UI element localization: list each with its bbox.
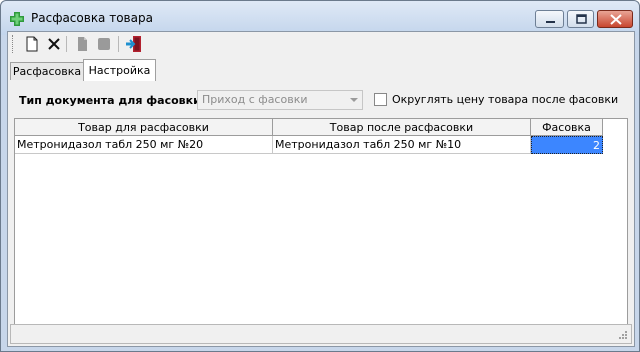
cell-source-product[interactable]: Метронидазол табл 250 мг №20 — [15, 136, 273, 154]
tab-settings[interactable]: Настройка — [83, 59, 156, 81]
title-bar[interactable]: Расфасовка товара — [1, 1, 639, 35]
stop-disabled-icon — [94, 34, 114, 54]
document-disabled-icon — [72, 34, 92, 54]
cell-pack-quantity[interactable]: 2 — [531, 136, 603, 154]
maximize-button[interactable] — [567, 10, 594, 28]
tab-packing[interactable]: Расфасовка — [10, 62, 84, 80]
close-icon — [610, 14, 622, 25]
maximize-icon — [576, 14, 587, 24]
minimize-button[interactable] — [535, 10, 564, 28]
toolbar — [8, 32, 634, 56]
settings-panel: Тип документа для фасовки Приход с фасов… — [8, 80, 634, 346]
resize-grip-icon[interactable] — [618, 330, 628, 340]
cell-target-product[interactable]: Метронидазол табл 250 мг №10 — [273, 136, 531, 154]
packing-grid: Товар для расфасовки Товар после расфасо… — [14, 118, 628, 336]
toolbar-grip[interactable] — [12, 35, 15, 53]
column-header-target[interactable]: Товар после расфасовки — [273, 119, 531, 136]
doc-type-value: Приход с фасовки — [202, 93, 308, 106]
round-price-checkbox[interactable] — [374, 93, 387, 106]
app-plus-icon — [9, 11, 25, 27]
toolbar-separator — [118, 36, 119, 52]
window-title: Расфасовка товара — [31, 11, 153, 25]
tab-strip: Расфасовка Настройка — [8, 58, 634, 81]
status-bar — [10, 324, 632, 344]
close-button[interactable] — [597, 10, 633, 28]
column-header-pack[interactable]: Фасовка — [531, 119, 603, 136]
delete-x-icon[interactable] — [44, 34, 64, 54]
toolbar-separator — [66, 36, 67, 52]
client-area: Расфасовка Настройка Тип документа для ф… — [7, 31, 635, 347]
chevron-down-icon[interactable] — [346, 91, 362, 109]
round-price-label: Округлять цену товара после фасовки — [392, 93, 619, 106]
exit-door-icon[interactable] — [124, 34, 144, 54]
doc-type-label: Тип документа для фасовки — [19, 94, 201, 107]
doc-type-select[interactable]: Приход с фасовки — [197, 90, 363, 110]
new-document-icon[interactable] — [22, 34, 42, 54]
app-window: Расфасовка товара Расфасовка Настройка Т… — [0, 0, 640, 352]
minimize-icon — [546, 21, 555, 23]
column-header-source[interactable]: Товар для расфасовки — [15, 119, 273, 136]
